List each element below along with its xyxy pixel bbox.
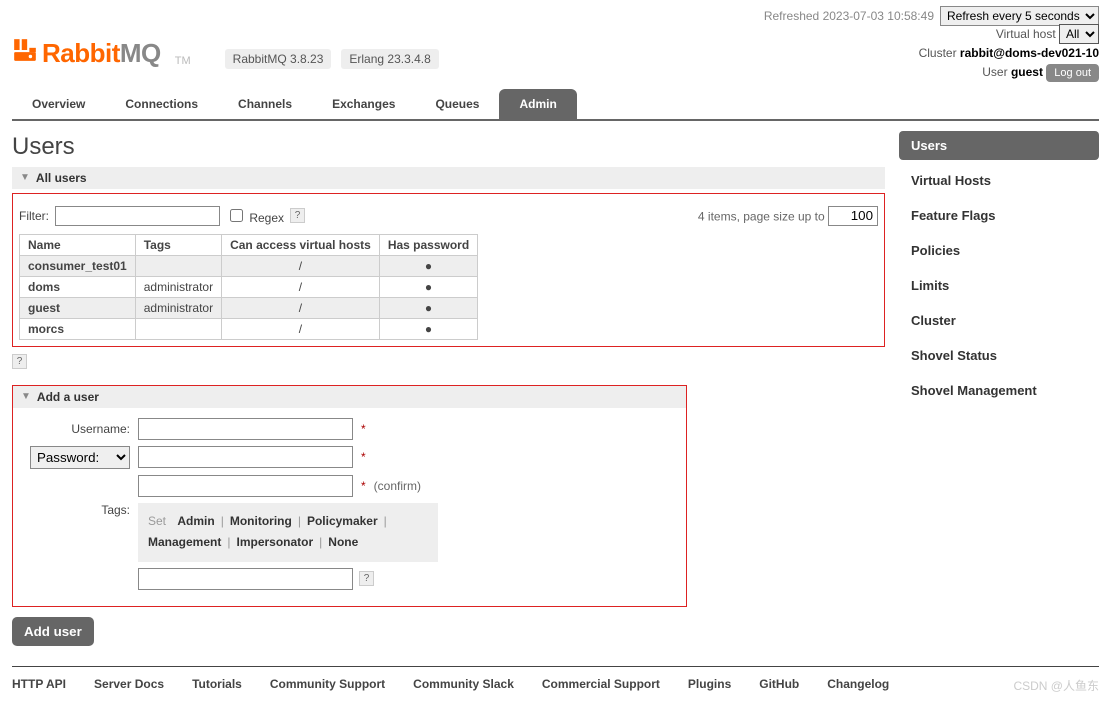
username-input[interactable] <box>138 418 353 440</box>
tag-shortcuts: Set Admin|Monitoring|Policymaker|Managem… <box>138 503 438 562</box>
logo-tm: TM <box>175 55 191 70</box>
chevron-down-icon: ▼ <box>20 172 30 183</box>
filter-label: Filter: <box>19 209 49 223</box>
users-table: Name Tags Can access virtual hosts Has p… <box>19 234 478 340</box>
nav-tab-channels[interactable]: Channels <box>218 89 312 119</box>
table-row[interactable]: domsadministrator/● <box>20 276 478 297</box>
col-tags[interactable]: Tags <box>135 234 221 255</box>
col-vhosts[interactable]: Can access virtual hosts <box>222 234 380 255</box>
section-all-users-header[interactable]: ▼ All users <box>12 167 885 189</box>
help-icon[interactable]: ? <box>12 354 27 369</box>
footer: HTTP API Server Docs Tutorials Community Su… <box>12 666 1099 704</box>
watermark: CSDN @人鱼东 <box>1013 677 1099 694</box>
tags-label: Tags: <box>25 503 130 517</box>
nav-tab-overview[interactable]: Overview <box>12 89 105 119</box>
username-label: Username: <box>25 422 130 436</box>
required-marker: * <box>361 422 366 436</box>
tag-option-none[interactable]: None <box>328 535 358 549</box>
nav-tab-admin[interactable]: Admin <box>499 89 576 119</box>
tag-option-monitoring[interactable]: Monitoring <box>230 514 292 528</box>
tag-option-impersonator[interactable]: Impersonator <box>236 535 313 549</box>
required-marker: * <box>361 479 366 493</box>
tag-option-admin[interactable]: Admin <box>177 514 214 528</box>
footer-link-tutorials[interactable]: Tutorials <box>192 677 242 694</box>
chevron-down-icon: ▼ <box>21 391 31 402</box>
page-title: Users <box>12 133 885 161</box>
confirm-label: (confirm) <box>374 479 421 493</box>
table-row[interactable]: morcs/● <box>20 318 478 339</box>
nav-tab-exchanges[interactable]: Exchanges <box>312 89 415 119</box>
required-marker: * <box>361 450 366 464</box>
version-badge-rabbitmq: RabbitMQ 3.8.23 <box>225 49 332 69</box>
footer-link-http-api[interactable]: HTTP API <box>12 677 66 694</box>
nav-tab-queues[interactable]: Queues <box>415 89 499 119</box>
password-input[interactable] <box>138 446 353 468</box>
col-name[interactable]: Name <box>20 234 136 255</box>
tag-option-policymaker[interactable]: Policymaker <box>307 514 378 528</box>
sidebar-item-users[interactable]: Users <box>899 131 1099 160</box>
sidebar-item-shovel-management[interactable]: Shovel Management <box>899 376 1099 405</box>
password-confirm-input[interactable] <box>138 475 353 497</box>
sidebar-item-policies[interactable]: Policies <box>899 236 1099 265</box>
footer-link-commercial-support[interactable]: Commercial Support <box>542 677 660 694</box>
tags-input[interactable] <box>138 568 353 590</box>
footer-link-plugins[interactable]: Plugins <box>688 677 731 694</box>
refreshed-label: Refreshed 2023-07-03 10:58:49 <box>764 9 934 23</box>
rabbit-icon <box>12 37 38 70</box>
version-badge-erlang: Erlang 23.3.4.8 <box>341 49 438 69</box>
add-user-panel: ▼ Add a user Username: * Password: * * <box>12 385 687 607</box>
help-icon[interactable]: ? <box>290 208 305 223</box>
table-row[interactable]: guestadministrator/● <box>20 297 478 318</box>
password-type-select[interactable]: Password: <box>30 446 130 469</box>
logout-button[interactable]: Log out <box>1046 64 1099 82</box>
all-users-panel: Filter: Regex ? 4 items, page size up to… <box>12 193 885 347</box>
footer-link-community-slack[interactable]: Community Slack <box>413 677 514 694</box>
refresh-interval-select[interactable]: Refresh every 5 seconds <box>940 6 1099 26</box>
logo: RabbitMQ <box>12 37 161 70</box>
sidebar-item-limits[interactable]: Limits <box>899 271 1099 300</box>
sidebar-item-shovel-status[interactable]: Shovel Status <box>899 341 1099 370</box>
help-icon[interactable]: ? <box>359 571 374 586</box>
cluster-info: Cluster rabbit@doms-dev021-10 <box>919 44 1099 63</box>
page-size-input[interactable] <box>828 206 878 226</box>
table-row[interactable]: consumer_test01/● <box>20 255 478 276</box>
regex-checkbox-label[interactable]: Regex <box>226 206 284 225</box>
sidebar: Users Virtual Hosts Feature Flags Policies L… <box>899 131 1099 646</box>
virtual-host-row: Virtual host All <box>919 24 1099 44</box>
footer-link-github[interactable]: GitHub <box>759 677 799 694</box>
footer-link-changelog[interactable]: Changelog <box>827 677 889 694</box>
add-user-button[interactable]: Add user <box>12 617 94 646</box>
section-add-user-header[interactable]: ▼ Add a user <box>13 386 686 408</box>
footer-link-community-support[interactable]: Community Support <box>270 677 385 694</box>
item-count-text: 4 items, page size up to <box>698 209 825 223</box>
sidebar-item-virtual-hosts[interactable]: Virtual Hosts <box>899 166 1099 195</box>
regex-checkbox[interactable] <box>230 209 243 222</box>
sidebar-item-cluster[interactable]: Cluster <box>899 306 1099 335</box>
nav-tab-connections[interactable]: Connections <box>105 89 218 119</box>
sidebar-item-feature-flags[interactable]: Feature Flags <box>899 201 1099 230</box>
col-pwd[interactable]: Has password <box>379 234 477 255</box>
user-info: User guest Log out <box>919 63 1099 82</box>
main-nav: OverviewConnectionsChannelsExchangesQueu… <box>12 89 1099 121</box>
tag-option-management[interactable]: Management <box>148 535 221 549</box>
footer-link-server-docs[interactable]: Server Docs <box>94 677 164 694</box>
virtual-host-select[interactable]: All <box>1059 24 1099 44</box>
filter-input[interactable] <box>55 206 220 226</box>
